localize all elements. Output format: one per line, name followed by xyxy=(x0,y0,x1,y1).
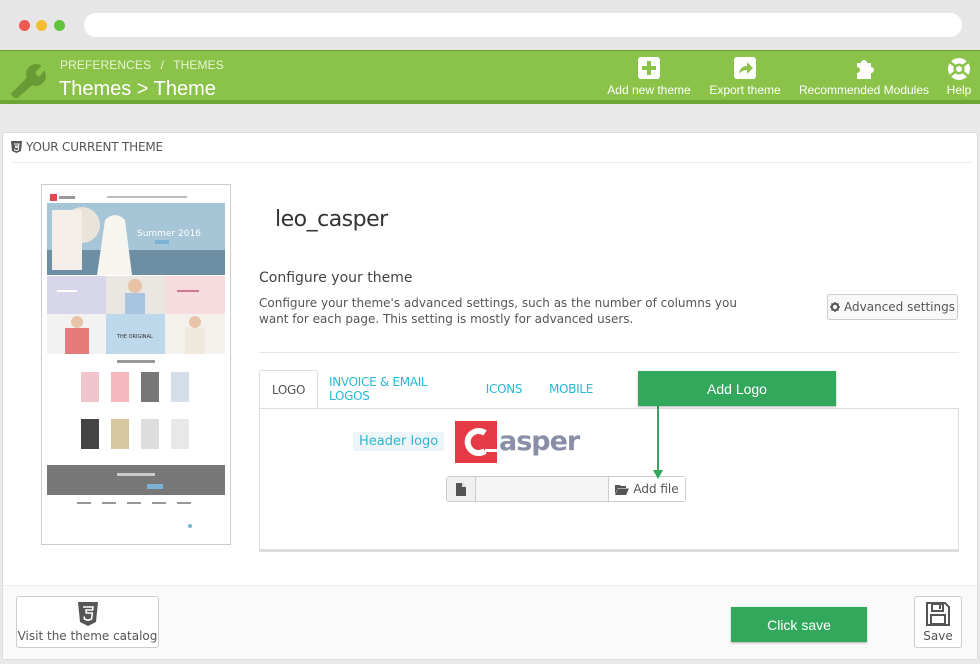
html5-icon xyxy=(11,141,22,153)
panel-heading: YOUR CURRENT THEME xyxy=(11,140,163,154)
breadcrumb: PREFERENCES / THEMES xyxy=(60,58,230,72)
address-bar[interactable] xyxy=(84,13,962,37)
current-theme-panel: YOUR CURRENT THEME Summer 2016 THE ORIGI… xyxy=(2,132,978,660)
theme-preview-image: Summer 2016 THE ORIGINAL xyxy=(41,184,231,545)
file-icon xyxy=(456,482,466,496)
tab-mobile[interactable]: MOBILE xyxy=(545,370,597,408)
advanced-settings-label: Advanced settings xyxy=(844,300,955,314)
add-new-theme-label: Add new theme xyxy=(607,83,691,97)
configure-theme-title: Configure your theme xyxy=(259,270,413,286)
header-logo-label: Header logo xyxy=(353,432,445,451)
html5-icon xyxy=(77,602,98,626)
help-label: Help xyxy=(946,83,972,97)
header-logo-image: asper xyxy=(455,421,582,463)
theme-name: leo_casper xyxy=(275,207,388,232)
recommended-modules-button[interactable]: Recommended Modules xyxy=(794,57,934,97)
maximize-window-button[interactable] xyxy=(54,20,65,31)
gear-icon xyxy=(830,302,841,312)
export-theme-label: Export theme xyxy=(709,83,781,97)
panel-footer: Visit the theme catalog Click save Save xyxy=(3,585,977,659)
configure-theme-description: Configure your theme's advanced settings… xyxy=(259,296,737,326)
add-new-theme-button[interactable]: Add new theme xyxy=(603,57,695,97)
save-icon xyxy=(926,602,950,626)
file-name-input[interactable] xyxy=(476,477,608,501)
breadcrumb-separator: / xyxy=(160,58,164,72)
browser-chrome xyxy=(0,0,980,50)
lifebuoy-icon xyxy=(948,58,970,80)
breadcrumb-themes[interactable]: THEMES xyxy=(173,58,224,72)
recommended-modules-label: Recommended Modules xyxy=(798,83,930,97)
file-icon-box xyxy=(447,477,476,501)
tab-icons-label: ICONS xyxy=(485,382,523,396)
preview-tile-text: THE ORIGINAL xyxy=(116,334,153,340)
theme-preview-mockup: Summer 2016 THE ORIGINAL xyxy=(47,190,225,528)
visit-theme-catalog-label: Visit the theme catalog xyxy=(17,629,158,643)
save-button[interactable]: Save xyxy=(914,596,962,648)
minimize-window-button[interactable] xyxy=(36,20,47,31)
tab-logo-label: LOGO xyxy=(271,383,306,397)
advanced-settings-button[interactable]: Advanced settings xyxy=(827,294,958,320)
logo-tabs: LOGO INVOICE & EMAIL LOGOS ICONS MOBILE xyxy=(259,370,959,409)
tab-icons[interactable]: ICONS xyxy=(481,370,527,408)
visit-theme-catalog-button[interactable]: Visit the theme catalog xyxy=(16,596,159,648)
breadcrumb-preferences[interactable]: PREFERENCES xyxy=(60,58,151,72)
preview-banner-text: Summer 2016 xyxy=(137,229,201,239)
close-window-button[interactable] xyxy=(19,20,30,31)
heading-divider xyxy=(11,162,973,163)
add-file-label: Add file xyxy=(633,482,679,496)
plus-square-icon xyxy=(638,57,660,79)
wrench-icon xyxy=(11,64,46,98)
save-label: Save xyxy=(923,629,953,643)
page-toolbar: PREFERENCES / THEMES Themes > Theme Add … xyxy=(0,50,980,104)
help-button[interactable]: Help xyxy=(940,57,978,97)
section-divider xyxy=(259,352,959,353)
export-theme-button[interactable]: Export theme xyxy=(703,57,787,97)
tab-mobile-label: MOBILE xyxy=(548,382,594,396)
share-icon xyxy=(734,57,756,79)
panel-heading-text: YOUR CURRENT THEME xyxy=(26,140,163,154)
logo-text: asper xyxy=(499,426,581,457)
puzzle-icon xyxy=(857,60,874,79)
tab-logo[interactable]: LOGO xyxy=(259,370,318,409)
click-save-callout: Click save xyxy=(731,607,867,642)
folder-open-icon xyxy=(615,484,630,495)
tab-invoice-email-logos-label: INVOICE & EMAIL LOGOS xyxy=(329,375,428,403)
tab-invoice-email-logos[interactable]: INVOICE & EMAIL LOGOS xyxy=(329,370,459,408)
logo-file-upload: Add file xyxy=(446,476,686,502)
add-file-button[interactable]: Add file xyxy=(608,477,685,501)
page-title: Themes > Theme xyxy=(59,78,216,100)
add-logo-callout: Add Logo xyxy=(638,371,836,406)
